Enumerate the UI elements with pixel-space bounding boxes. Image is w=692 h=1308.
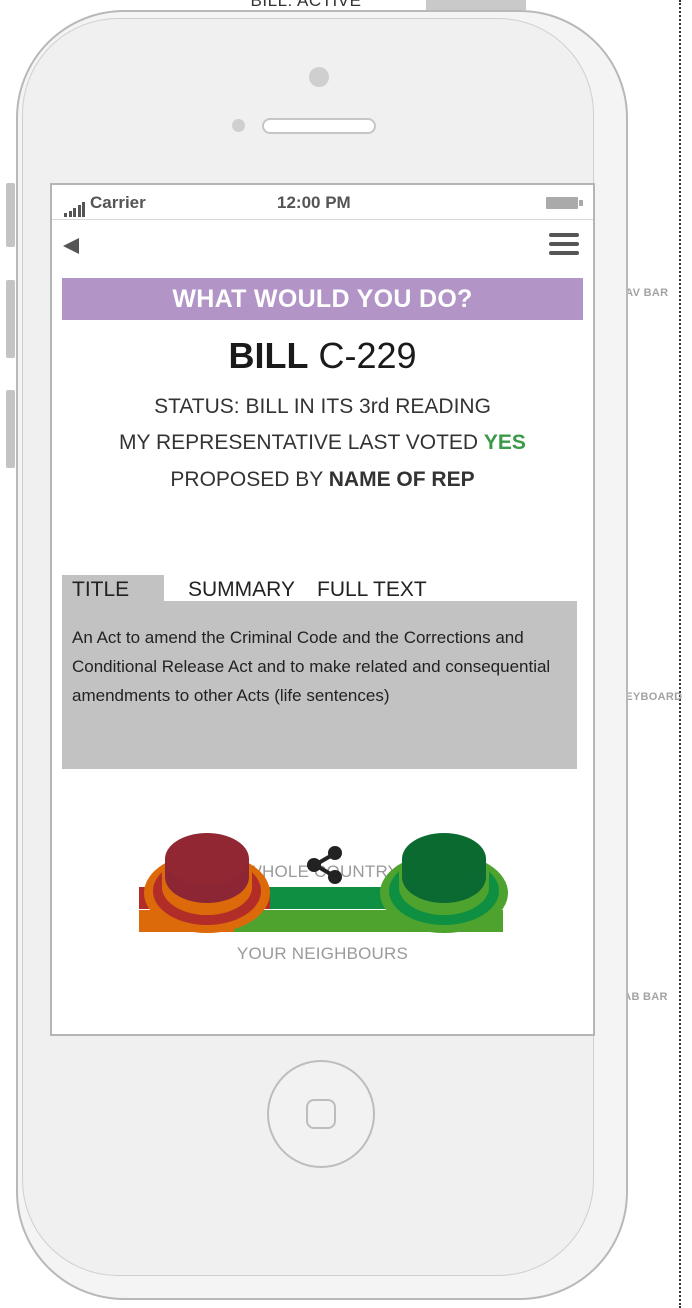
home-square-icon bbox=[306, 1099, 336, 1129]
battery-icon bbox=[546, 197, 578, 209]
vote-yes-button[interactable] bbox=[378, 825, 510, 935]
wireframe-divider bbox=[679, 0, 681, 1308]
status-bar: Carrier 12:00 PM bbox=[52, 185, 593, 220]
bill-status: STATUS: BILL IN ITS 3rd READING bbox=[154, 395, 491, 418]
carrier-name: Carrier bbox=[90, 193, 146, 212]
phone-mute-switch bbox=[6, 183, 15, 247]
page-title: WHAT WOULD YOU DO? bbox=[172, 284, 473, 313]
battery-tip bbox=[579, 200, 583, 206]
sensor-icon bbox=[232, 119, 245, 132]
vote-no-button[interactable] bbox=[142, 825, 272, 935]
bill-label: BILL bbox=[228, 335, 309, 376]
rep-name-link[interactable]: NAME OF REP bbox=[329, 468, 475, 491]
rep-vote-line: MY REPRESENTATIVE LAST VOTED YES bbox=[52, 431, 593, 455]
neighbours-label: YOUR NEIGHBOURS bbox=[236, 944, 409, 963]
hamburger-menu-icon[interactable] bbox=[549, 233, 579, 255]
proposed-prefix: PROPOSED BY bbox=[170, 468, 329, 491]
speaker-grille bbox=[262, 118, 376, 134]
bill-title: BILL C-229 bbox=[52, 335, 593, 377]
tab-title[interactable]: TITLE bbox=[62, 575, 164, 603]
phone-volume-down bbox=[6, 390, 15, 468]
camera-icon bbox=[309, 67, 329, 87]
tab-content-panel: An Act to amend the Criminal Code and th… bbox=[62, 601, 577, 769]
phone-volume-up bbox=[6, 280, 15, 358]
status-time: 12:00 PM bbox=[277, 193, 351, 212]
tab-summary[interactable]: SUMMARY bbox=[188, 575, 295, 603]
bill-number: C-229 bbox=[318, 335, 417, 376]
rep-vote-prefix: MY REPRESENTATIVE LAST VOTED bbox=[119, 431, 484, 454]
share-icon[interactable] bbox=[305, 845, 345, 885]
bill-title-text: An Act to amend the Criminal Code and th… bbox=[72, 628, 551, 705]
tab-full-text[interactable]: FULL TEXT bbox=[317, 575, 427, 603]
signal-strength-icon bbox=[64, 199, 87, 217]
rep-vote-value: YES bbox=[483, 431, 526, 454]
proposed-by-line: PROPOSED BY NAME OF REP bbox=[52, 468, 593, 492]
nav-header: WHAT WOULD YOU DO? bbox=[62, 278, 583, 320]
phone-screen: Carrier 12:00 PM WHAT WOULD YOU DO? BILL… bbox=[50, 183, 595, 1036]
wireframe-top-tab bbox=[426, 0, 526, 10]
back-arrow-icon[interactable] bbox=[63, 238, 79, 254]
